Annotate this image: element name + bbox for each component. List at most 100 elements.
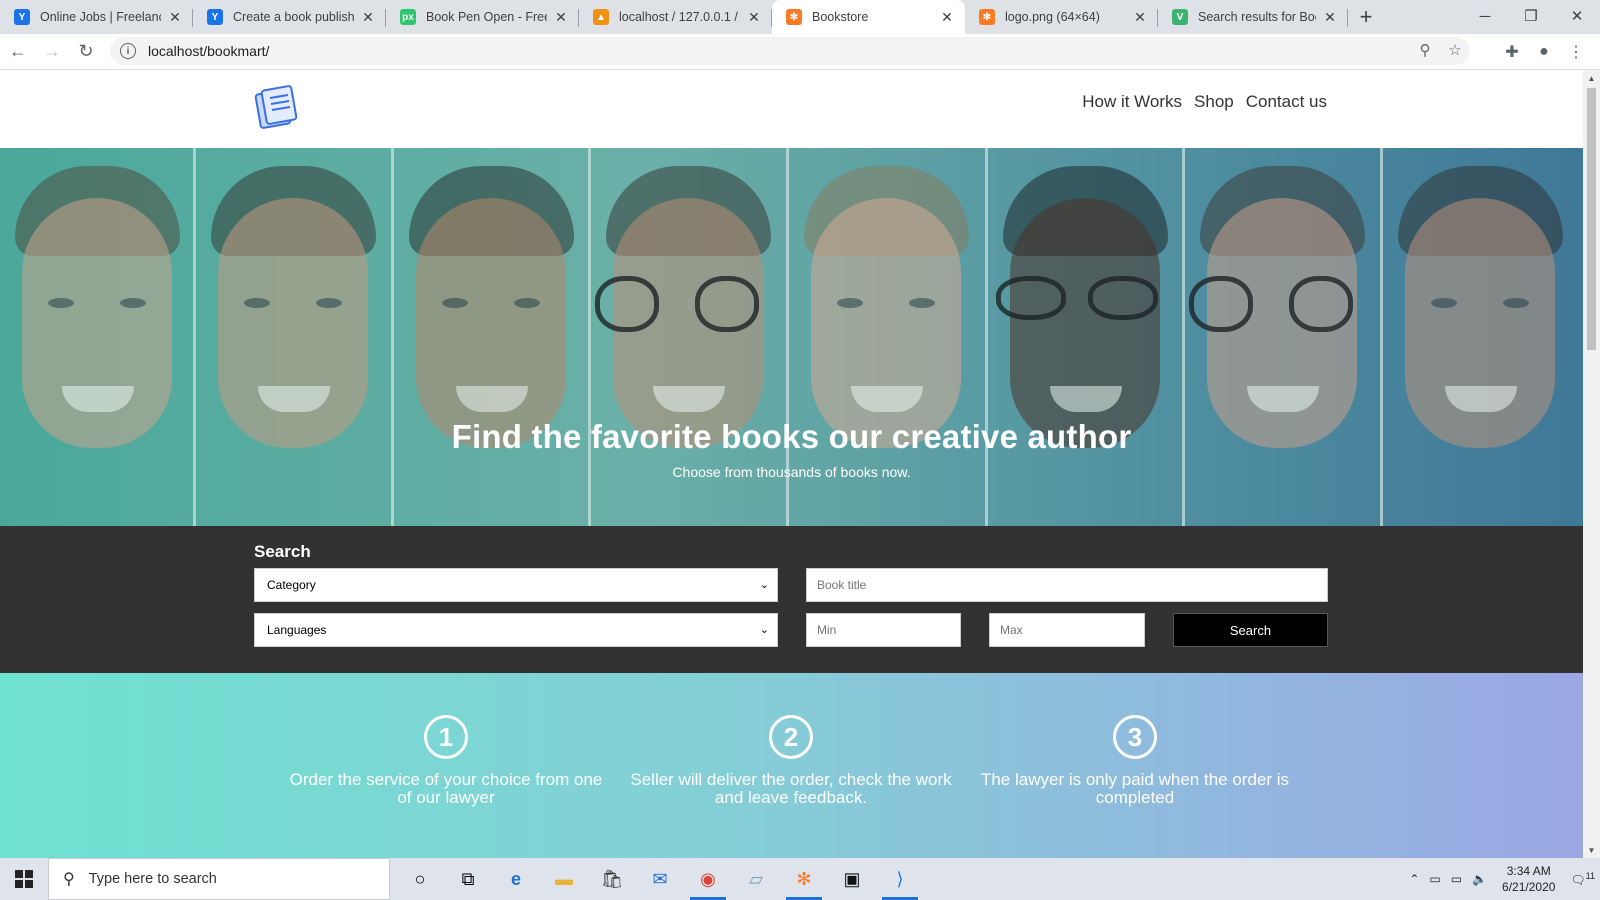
notifications-icon[interactable]: 🗨11 xyxy=(1570,871,1595,887)
close-tab-icon[interactable]: ✕ xyxy=(939,9,955,26)
search-panel: Search Category ⌄ Book title Languages ⌄… xyxy=(0,526,1583,673)
new-tab-button[interactable]: + xyxy=(1348,0,1384,34)
file-explorer-icon[interactable]: ▬ xyxy=(540,858,588,900)
nav-shop[interactable]: Shop xyxy=(1194,92,1234,112)
edge-icon[interactable]: e xyxy=(492,858,540,900)
forward-icon[interactable]: → xyxy=(36,36,68,68)
step-number-2: 2 xyxy=(769,715,813,759)
page-viewport: How it Works Shop Contact us Find the fa… xyxy=(0,70,1583,858)
profile-icon[interactable]: ● xyxy=(1528,38,1560,66)
min-placeholder: Min xyxy=(817,623,837,637)
extensions-icon[interactable]: ✚ xyxy=(1496,38,1528,66)
close-tab-icon[interactable]: ✕ xyxy=(360,9,376,26)
info-icon[interactable]: i xyxy=(120,43,136,59)
main-nav: How it Works Shop Contact us xyxy=(1082,92,1327,112)
clock-time: 3:34 AM xyxy=(1506,864,1551,878)
mail-icon[interactable]: ✉ xyxy=(636,858,684,900)
languages-select[interactable]: Languages ⌄ xyxy=(254,613,778,647)
max-placeholder: Max xyxy=(1000,623,1023,637)
category-select[interactable]: Category ⌄ xyxy=(254,568,778,602)
task-view-icon[interactable]: ⧉ xyxy=(444,858,492,900)
search-heading: Search xyxy=(254,542,311,561)
min-price-input[interactable]: Min xyxy=(806,613,961,647)
xampp-icon: ✻ xyxy=(979,9,995,25)
bookmark-star-icon[interactable]: ☆ xyxy=(1440,41,1470,59)
search-button[interactable]: Search xyxy=(1173,613,1328,647)
reload-icon[interactable]: ↻ xyxy=(70,36,102,68)
browser-tab-strip: Y Online Jobs | Freelance E ✕ Y Create a… xyxy=(0,0,1600,34)
browser-tab[interactable]: ▲ localhost / 127.0.0.1 / bo ✕ xyxy=(579,0,772,34)
scrollbar-thumb[interactable] xyxy=(1587,88,1596,350)
scroll-down-icon[interactable]: ▼ xyxy=(1583,842,1600,858)
cortana-icon[interactable]: ○ xyxy=(396,858,444,900)
upwork-icon: Y xyxy=(14,9,30,25)
taskbar-search-placeholder: Type here to search xyxy=(88,871,217,887)
chrome-icon[interactable]: ◉ xyxy=(684,858,732,900)
browser-tab[interactable]: px Book Pen Open - Free ph ✕ xyxy=(386,0,579,34)
zoom-icon[interactable]: ⚲ xyxy=(1410,41,1440,59)
hero-title: Find the favorite books our creative aut… xyxy=(451,418,1132,455)
search-icon: ⚲ xyxy=(63,871,75,888)
tray-chevron-up-icon[interactable]: ⌃ xyxy=(1409,872,1419,886)
vecteezy-icon: V xyxy=(1172,9,1188,25)
nav-contact-us[interactable]: Contact us xyxy=(1246,92,1327,112)
chevron-down-icon: ⌄ xyxy=(759,579,769,591)
battery-icon[interactable]: ▭ xyxy=(1451,872,1462,886)
step-2: 2 Seller will deliver the order, check t… xyxy=(626,715,956,807)
vscode-icon[interactable]: ⟩ xyxy=(876,858,924,900)
book-title-input[interactable]: Book title xyxy=(806,568,1328,602)
xampp-icon[interactable]: ✻ xyxy=(780,858,828,900)
site-header: How it Works Shop Contact us xyxy=(0,70,1583,148)
store-icon[interactable]: 🛍 xyxy=(588,858,636,900)
step-text: The lawyer is only paid when the order i… xyxy=(980,770,1290,807)
restore-icon[interactable]: ❐ xyxy=(1508,0,1554,32)
close-tab-icon[interactable]: ✕ xyxy=(1132,9,1148,26)
step-number-1: 1 xyxy=(424,715,468,759)
notification-count: 11 xyxy=(1585,871,1595,881)
languages-select-value: Languages xyxy=(267,623,327,637)
browser-tab[interactable]: ✻ logo.png (64×64) ✕ xyxy=(965,0,1158,34)
minimize-icon[interactable]: ─ xyxy=(1462,0,1508,32)
step-text: Seller will deliver the order, check the… xyxy=(630,770,952,807)
close-tab-icon[interactable]: ✕ xyxy=(746,9,762,26)
tab-title: Book Pen Open - Free ph xyxy=(426,10,547,24)
how-it-works-steps: 1 Order the service of your choice from … xyxy=(0,673,1583,858)
close-tab-icon[interactable]: ✕ xyxy=(1322,9,1338,26)
browser-tab[interactable]: Y Create a book publishing ✕ xyxy=(193,0,386,34)
close-tab-icon[interactable]: ✕ xyxy=(167,9,183,26)
clock[interactable]: 3:34 AM 6/21/2020 xyxy=(1502,863,1555,895)
max-price-input[interactable]: Max xyxy=(989,613,1145,647)
tab-title: Search results for Book - xyxy=(1198,10,1316,24)
system-tray: ⌃ ▭ ▭ 🔈 3:34 AM 6/21/2020 🗨11 xyxy=(1404,858,1600,900)
book-logo-icon[interactable] xyxy=(254,82,300,130)
volume-icon[interactable]: 🔈 xyxy=(1472,872,1487,886)
taskbar-search-box[interactable]: ⚲ Type here to search xyxy=(48,858,390,900)
tab-title: Bookstore xyxy=(812,10,869,24)
address-bar[interactable]: i localhost/bookmart/ ⚲ ☆ xyxy=(110,37,1470,65)
notepad-icon[interactable]: ▱ xyxy=(732,858,780,900)
step-number-3: 3 xyxy=(1113,715,1157,759)
windows-start-icon[interactable] xyxy=(0,858,48,900)
browser-tab-active[interactable]: ✻ Bookstore ✕ xyxy=(772,0,965,34)
terminal-icon[interactable]: ▣ xyxy=(828,858,876,900)
browser-toolbar: ← → ↻ i localhost/bookmart/ ⚲ ☆ ✚ ● ⋮ xyxy=(0,34,1600,70)
book-title-placeholder: Book title xyxy=(817,578,867,592)
clock-date: 6/21/2020 xyxy=(1502,880,1556,894)
tab-title: Create a book publishing xyxy=(233,10,354,24)
step-text: Order the service of your choice from on… xyxy=(289,770,603,807)
category-select-value: Category xyxy=(267,578,316,592)
browser-tab[interactable]: V Search results for Book - ✕ xyxy=(1158,0,1348,34)
step-3: 3 The lawyer is only paid when the order… xyxy=(970,715,1300,807)
windows-taskbar: ⚲ Type here to search ○ ⧉ e ▬ 🛍 ✉ ◉ ▱ ✻ … xyxy=(0,858,1600,900)
menu-kebab-icon[interactable]: ⋮ xyxy=(1560,38,1592,66)
scroll-up-icon[interactable]: ▲ xyxy=(1583,70,1600,86)
nav-how-it-works[interactable]: How it Works xyxy=(1082,92,1182,112)
hero-subtitle: Choose from thousands of books now. xyxy=(672,464,911,480)
browser-tab[interactable]: Y Online Jobs | Freelance E ✕ xyxy=(0,0,193,34)
close-tab-icon[interactable]: ✕ xyxy=(553,9,569,26)
tab-title: logo.png (64×64) xyxy=(1005,10,1100,24)
page-scrollbar[interactable]: ▲ ▼ xyxy=(1583,70,1600,858)
back-icon[interactable]: ← xyxy=(2,36,34,68)
network-icon[interactable]: ▭ xyxy=(1429,872,1440,886)
close-window-icon[interactable]: ✕ xyxy=(1554,0,1600,32)
